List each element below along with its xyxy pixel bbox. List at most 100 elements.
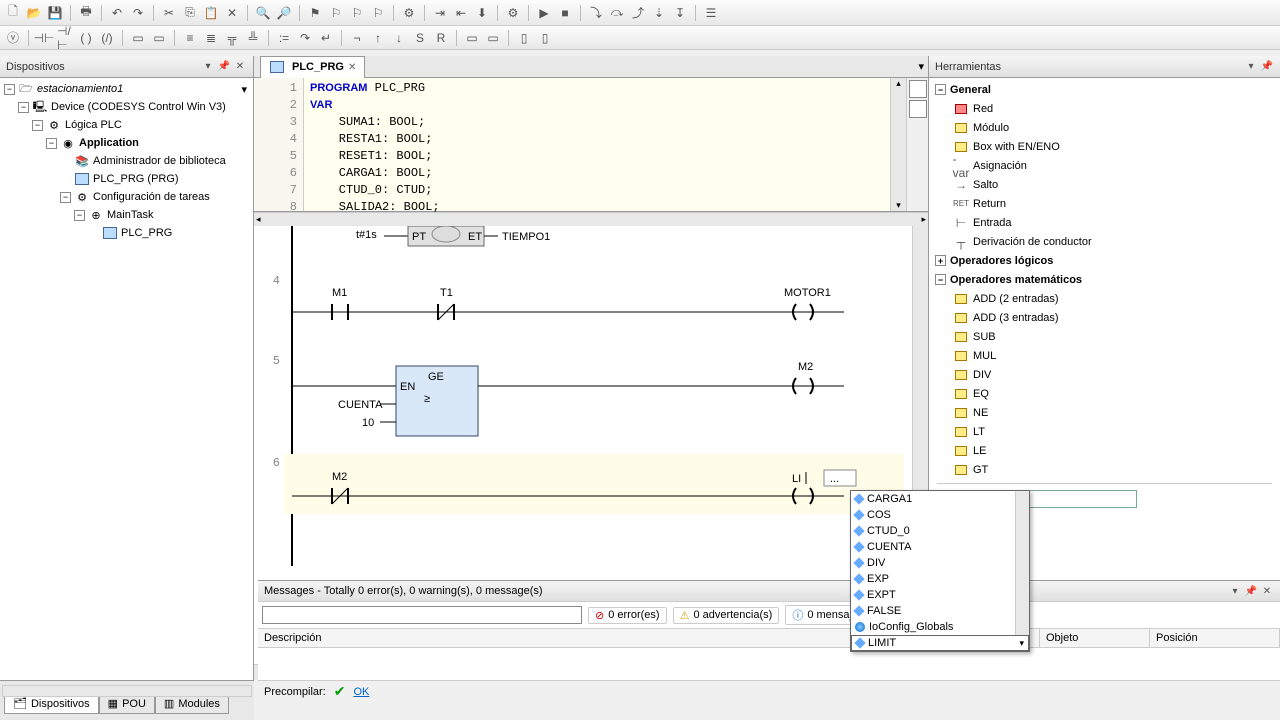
save-icon[interactable]: 💾 [46,4,64,22]
panel-close-icon[interactable]: ✕ [233,60,247,74]
move-up-icon[interactable]: ▯ [515,29,533,47]
step-into-icon[interactable]: ⇣ [650,4,668,22]
edge-r-icon[interactable]: ↑ [369,29,387,47]
tool-item-eq[interactable]: EQ [931,384,1278,403]
step-icon[interactable]: ⤵ [587,4,605,22]
block-icon[interactable]: ▭ [129,29,147,47]
delete-icon[interactable]: ✕ [223,4,241,22]
tree-expand-icon[interactable]: − [18,102,29,113]
tree-dropdown-icon[interactable]: ▾ [241,83,247,96]
ac-item[interactable]: IoConfig_Globals [851,619,1015,635]
tool-item-gt[interactable]: GT [931,460,1278,479]
tool-category-logic[interactable]: +Operadores lógicos [931,251,1278,270]
breakpoints-icon[interactable]: ☰ [702,4,720,22]
tool-item-jump[interactable]: →Salto [931,175,1278,194]
new-icon[interactable]: 🗋 [4,4,22,22]
coil-icon[interactable]: ( ) [77,29,95,47]
tree-expand-icon[interactable]: − [60,192,71,203]
collapse-icon[interactable]: − [935,274,946,285]
tool-item-box-eneno[interactable]: Box with EN/ENO [931,137,1278,156]
ac-item[interactable]: FALSE [851,603,1015,619]
tab-plc-prg[interactable]: PLC_PRG ✕ [260,56,365,78]
tab-close-icon[interactable]: ✕ [348,62,356,73]
bookmark-prev-icon[interactable]: ⚐ [348,4,366,22]
stop-icon[interactable]: ■ [556,4,574,22]
ac-item[interactable]: CARGA1 [851,491,1015,507]
warnings-pill[interactable]: ⚠0 advertencia(s) [673,607,780,624]
return-icon[interactable]: ↵ [317,29,335,47]
tool-item-modulo[interactable]: Módulo [931,118,1278,137]
ac-item[interactable]: EXPT [851,587,1015,603]
comment-above-icon[interactable]: ▭ [463,29,481,47]
set-icon[interactable]: S [411,29,429,47]
tool-item-input[interactable]: ⊢Entrada [931,213,1278,232]
plc-logic-label[interactable]: Lógica PLC [65,119,122,131]
pou-label[interactable]: PLC_PRG (PRG) [93,173,179,185]
contact-neg-icon[interactable]: ⊣/⊢ [56,29,74,47]
code-hscroll[interactable]: ◂▸ [254,212,928,226]
tree-expand-icon[interactable]: − [32,120,43,131]
panel-pin-icon[interactable]: 📌 [1244,584,1258,598]
start-icon[interactable]: ▶ [535,4,553,22]
block-en-icon[interactable]: ▭ [150,29,168,47]
open-icon[interactable]: 📂 [25,4,43,22]
autocomplete-popup[interactable]: CARGA1 COS CTUD_0 CUENTA DIV EXP EXPT FA… [850,490,1030,652]
branch-icon[interactable]: ╦ [223,29,241,47]
tool-category-math[interactable]: −Operadores matemáticos [931,270,1278,289]
find-icon[interactable]: 🔍 [254,4,272,22]
ac-item[interactable]: COS [851,507,1015,523]
bookmark-toggle-icon[interactable]: ⚑ [306,4,324,22]
bookmark-next-icon[interactable]: ⚐ [327,4,345,22]
panel-pin-icon[interactable]: 📌 [217,60,231,74]
tree-expand-icon[interactable]: − [74,210,85,221]
comment-below-icon[interactable]: ▭ [484,29,502,47]
tool-item-assign[interactable]: -varAsignación [931,156,1278,175]
library-label[interactable]: Administrador de biblioteca [93,155,226,167]
code-view-text-icon[interactable] [909,80,927,98]
rung-below-icon[interactable]: ≣ [202,29,220,47]
tool-category-general[interactable]: −General [931,80,1278,99]
device-label[interactable]: Device (CODESYS Control Win V3) [51,101,226,113]
ac-item[interactable]: EXP [851,571,1015,587]
tool-item-return[interactable]: RETReturn [931,194,1278,213]
tool-item-div[interactable]: DIV [931,365,1278,384]
tabs-dropdown-icon[interactable]: ▾ [918,60,924,73]
undo-icon[interactable]: ↶ [108,4,126,22]
print-icon[interactable]: 🖶 [77,4,95,22]
task-pou-label[interactable]: PLC_PRG [121,227,172,239]
message-filter-combo[interactable] [262,606,582,624]
branch-close-icon[interactable]: ╩ [244,29,262,47]
edge-f-icon[interactable]: ↓ [390,29,408,47]
col-pos[interactable]: Posición [1150,629,1280,647]
tool-item-lt[interactable]: LT [931,422,1278,441]
ok-link[interactable]: OK [353,686,369,698]
contact-icon[interactable]: ⊣⊢ [35,29,53,47]
cursor-icon[interactable]: ↧ [671,4,689,22]
tool-item-sub[interactable]: SUB [931,327,1278,346]
jump-icon[interactable]: ↷ [296,29,314,47]
col-obj[interactable]: Objeto [1040,629,1150,647]
tool-item-ne[interactable]: NE [931,403,1278,422]
move-down-icon[interactable]: ▯ [536,29,554,47]
logout-icon[interactable]: ⇤ [452,4,470,22]
dropdown-icon[interactable]: ▾ [1019,638,1024,649]
redo-icon[interactable]: ↷ [129,4,147,22]
neg-icon[interactable]: ¬ [348,29,366,47]
panel-dropdown-icon[interactable]: ▾ [1228,584,1242,598]
reset-icon[interactable]: R [432,29,450,47]
declaration-editor[interactable]: 12345678 PROGRAM PLC_PRG VAR SUMA1: BOOL… [254,78,928,212]
var-icon[interactable]: ⓥ [4,29,22,47]
tree-expand-icon[interactable]: − [46,138,57,149]
ac-item[interactable]: CUENTA [851,539,1015,555]
step-over-icon[interactable]: ⤼ [608,4,626,22]
copy-icon[interactable]: ⎘ [181,4,199,22]
tool-item-branch[interactable]: ┬Derivación de conductor [931,232,1278,251]
maintask-label[interactable]: MainTask [107,209,153,221]
hscroll-left[interactable] [2,685,252,697]
panel-dropdown-icon[interactable]: ▾ [201,60,215,74]
expand-icon[interactable]: + [935,255,946,266]
tool-item-mul[interactable]: MUL [931,346,1278,365]
code-vscroll[interactable]: ▴▾ [890,78,906,211]
ac-scrollbar[interactable] [1015,491,1029,635]
download-icon[interactable]: ⬇ [473,4,491,22]
